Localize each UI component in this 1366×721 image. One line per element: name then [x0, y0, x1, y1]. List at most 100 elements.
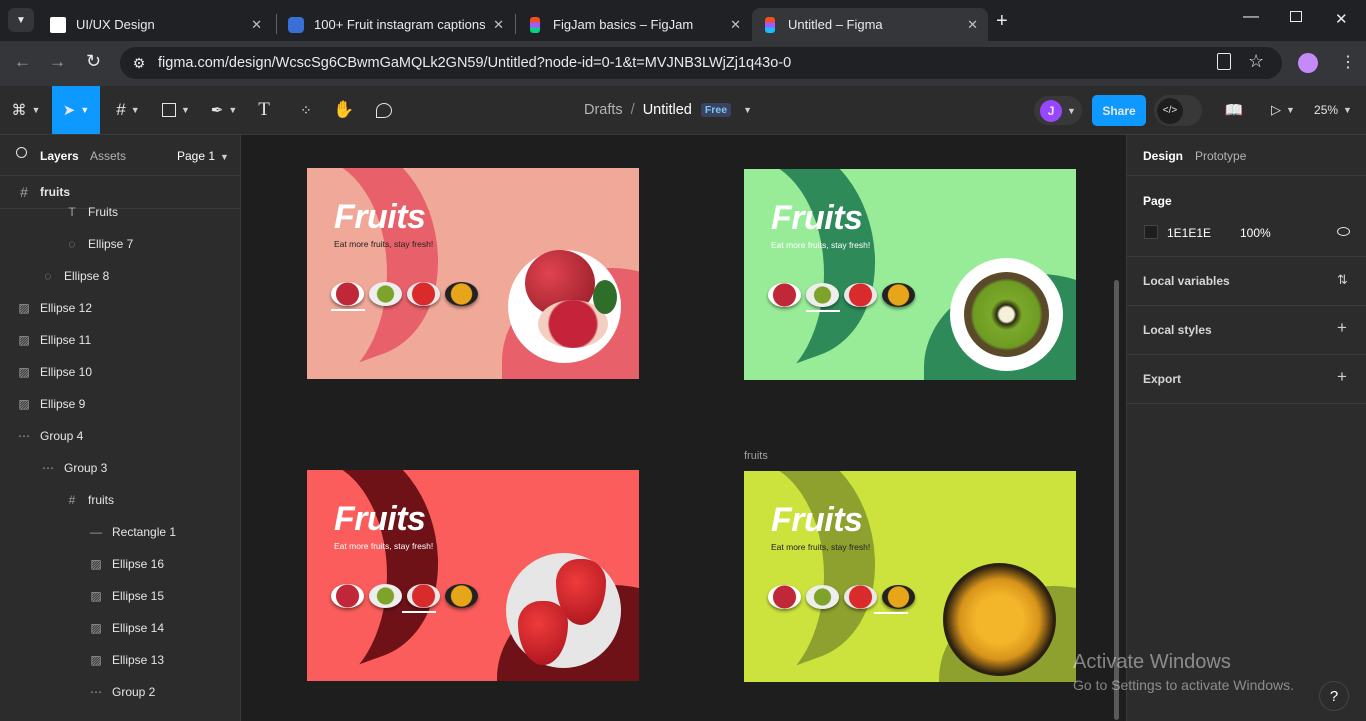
pomegranate-thumb[interactable]: [768, 585, 801, 609]
close-icon[interactable]: ✕: [730, 17, 741, 33]
layer-row[interactable]: ▨ Ellipse 10: [0, 356, 240, 388]
layer-row[interactable]: ⋯ Group 2: [0, 676, 240, 708]
tab-design[interactable]: Design: [1143, 149, 1183, 163]
page-color-swatch[interactable]: [1144, 225, 1158, 239]
page-opacity-value[interactable]: 100%: [1240, 226, 1271, 240]
layer-row[interactable]: T Fruits: [0, 196, 240, 228]
image-icon: ▨: [90, 653, 102, 667]
frame-tool-button[interactable]: # ▼: [108, 86, 148, 134]
tab-prototype[interactable]: Prototype: [1195, 149, 1246, 163]
layer-name: Group 3: [64, 461, 108, 475]
dev-mode-toggle[interactable]: </>: [1154, 95, 1202, 126]
fruit-frame-pink[interactable]: Fruits Eat more fruits, stay fresh!: [307, 168, 639, 379]
mango-thumb[interactable]: [882, 585, 915, 609]
page-color-value[interactable]: 1E1E1E: [1167, 226, 1211, 240]
hand-tool-button[interactable]: ✋: [330, 86, 358, 134]
share-button[interactable]: Share: [1092, 95, 1146, 126]
bookmark-star-icon[interactable]: ☆: [1248, 51, 1264, 72]
tab-assets[interactable]: Assets: [90, 149, 126, 163]
chevron-down-icon[interactable]: ▼: [743, 105, 752, 115]
site-settings-icon[interactable]: ⚙: [120, 55, 158, 72]
kiwi-thumb[interactable]: [369, 282, 402, 306]
comment-tool-button[interactable]: [370, 86, 398, 134]
zoom-menu[interactable]: 25% ▼: [1312, 86, 1354, 134]
export-row[interactable]: Export +: [1143, 367, 1353, 386]
page-selector[interactable]: Page 1 ▼: [177, 149, 229, 163]
strawberry-thumb[interactable]: [407, 282, 440, 306]
main-menu-button[interactable]: ⌘ ▼: [6, 86, 46, 134]
file-name[interactable]: Untitled: [643, 102, 692, 118]
browser-tab-figjam[interactable]: FigJam basics – FigJam ✕: [517, 8, 751, 41]
layer-row[interactable]: ▨ Ellipse 12: [0, 292, 240, 324]
layer-name: Ellipse 12: [40, 301, 93, 315]
mango-thumb[interactable]: [445, 584, 478, 608]
frame-label[interactable]: fruits: [744, 450, 768, 462]
fruit-frame-lime[interactable]: Fruits Eat more fruits, stay fresh!: [744, 471, 1076, 682]
layer-row[interactable]: ▨ Ellipse 13: [0, 644, 240, 676]
kiwi-thumb[interactable]: [806, 283, 839, 307]
help-button[interactable]: ?: [1319, 681, 1349, 711]
minimize-button[interactable]: —: [1243, 8, 1259, 26]
plus-icon[interactable]: +: [1337, 367, 1347, 387]
strawberry-thumb[interactable]: [844, 585, 877, 609]
local-variables-row[interactable]: Local variables ⇅: [1143, 272, 1353, 288]
pomegranate-thumb[interactable]: [768, 283, 801, 307]
search-icon[interactable]: [16, 147, 27, 158]
layer-row[interactable]: ◌ Ellipse 8: [0, 260, 240, 292]
local-styles-row[interactable]: Local styles +: [1143, 318, 1353, 337]
reload-icon[interactable]: ↻: [86, 51, 101, 72]
fruit-frame-red[interactable]: Fruits Eat more fruits, stay fresh!: [307, 470, 639, 681]
close-window-button[interactable]: ✕: [1335, 10, 1348, 28]
plus-icon[interactable]: +: [1337, 318, 1347, 338]
strawberry-thumb[interactable]: [407, 584, 440, 608]
forward-icon[interactable]: →: [49, 52, 66, 72]
layer-row[interactable]: ⋯ Group 3: [0, 452, 240, 484]
layer-row[interactable]: — Rectangle 1: [0, 516, 240, 548]
breadcrumb-drafts[interactable]: Drafts: [584, 102, 623, 118]
mango-thumb[interactable]: [882, 283, 915, 307]
mango-image: [943, 563, 1056, 676]
move-tool-button[interactable]: ➤ ▼: [52, 86, 100, 134]
browser-menu-icon[interactable]: ⋮: [1340, 52, 1356, 72]
layer-row[interactable]: ▨ Ellipse 15: [0, 580, 240, 612]
close-icon[interactable]: ✕: [251, 17, 262, 33]
fruit-frame-green[interactable]: Fruits Eat more fruits, stay fresh!: [744, 169, 1076, 380]
text-tool-button[interactable]: T: [250, 86, 278, 134]
library-button[interactable]: 📖: [1222, 86, 1246, 134]
eye-icon[interactable]: [1337, 227, 1350, 236]
resources-button[interactable]: ⁘: [292, 86, 320, 134]
pen-tool-button[interactable]: ✒ ▼: [204, 86, 244, 134]
layer-row[interactable]: ▨ Ellipse 9: [0, 388, 240, 420]
layer-row[interactable]: ◌ Ellipse 7: [0, 228, 240, 260]
layer-row[interactable]: # fruits: [0, 484, 240, 516]
shape-tool-button[interactable]: ▼: [156, 86, 196, 134]
close-icon[interactable]: ✕: [967, 17, 978, 33]
design-canvas[interactable]: fruits Fruits Eat more fruits, stay fres…: [241, 135, 1126, 721]
kiwi-thumb[interactable]: [806, 585, 839, 609]
pomegranate-thumb[interactable]: [331, 282, 364, 306]
layer-row[interactable]: ▨ Ellipse 14: [0, 612, 240, 644]
layer-row[interactable]: ⋯ Group 4: [0, 420, 240, 452]
browser-tab-uiux[interactable]: UI/UX Design ✕: [40, 8, 272, 41]
tab-search-button[interactable]: ▼: [8, 8, 34, 32]
user-avatar-button[interactable]: J ▼: [1034, 96, 1082, 125]
browser-tab-figma-active[interactable]: Untitled – Figma ✕: [752, 8, 988, 41]
browser-tab-captions[interactable]: 100+ Fruit instagram captions ✕: [278, 8, 514, 41]
close-icon[interactable]: ✕: [493, 17, 504, 33]
back-icon[interactable]: ←: [14, 52, 31, 72]
cursor-icon: ➤: [62, 102, 76, 119]
pomegranate-thumb[interactable]: [331, 584, 364, 608]
url-field[interactable]: ⚙ figma.com/design/WcscSg6CBwmGaMQLk2GN5…: [120, 47, 1282, 79]
layer-row[interactable]: ▨ Ellipse 11: [0, 324, 240, 356]
layer-row[interactable]: ▨ Ellipse 16: [0, 548, 240, 580]
profile-avatar[interactable]: [1298, 53, 1318, 73]
restore-button[interactable]: [1290, 11, 1302, 22]
sliders-icon[interactable]: ⇅: [1337, 272, 1348, 288]
tab-layers[interactable]: Layers: [40, 149, 79, 163]
new-tab-button[interactable]: +: [996, 10, 1008, 33]
present-button[interactable]: ▷ ▼: [1266, 86, 1300, 134]
strawberry-thumb[interactable]: [844, 283, 877, 307]
kiwi-thumb[interactable]: [369, 584, 402, 608]
mango-thumb[interactable]: [445, 282, 478, 306]
no-tracking-icon[interactable]: [1217, 53, 1231, 70]
